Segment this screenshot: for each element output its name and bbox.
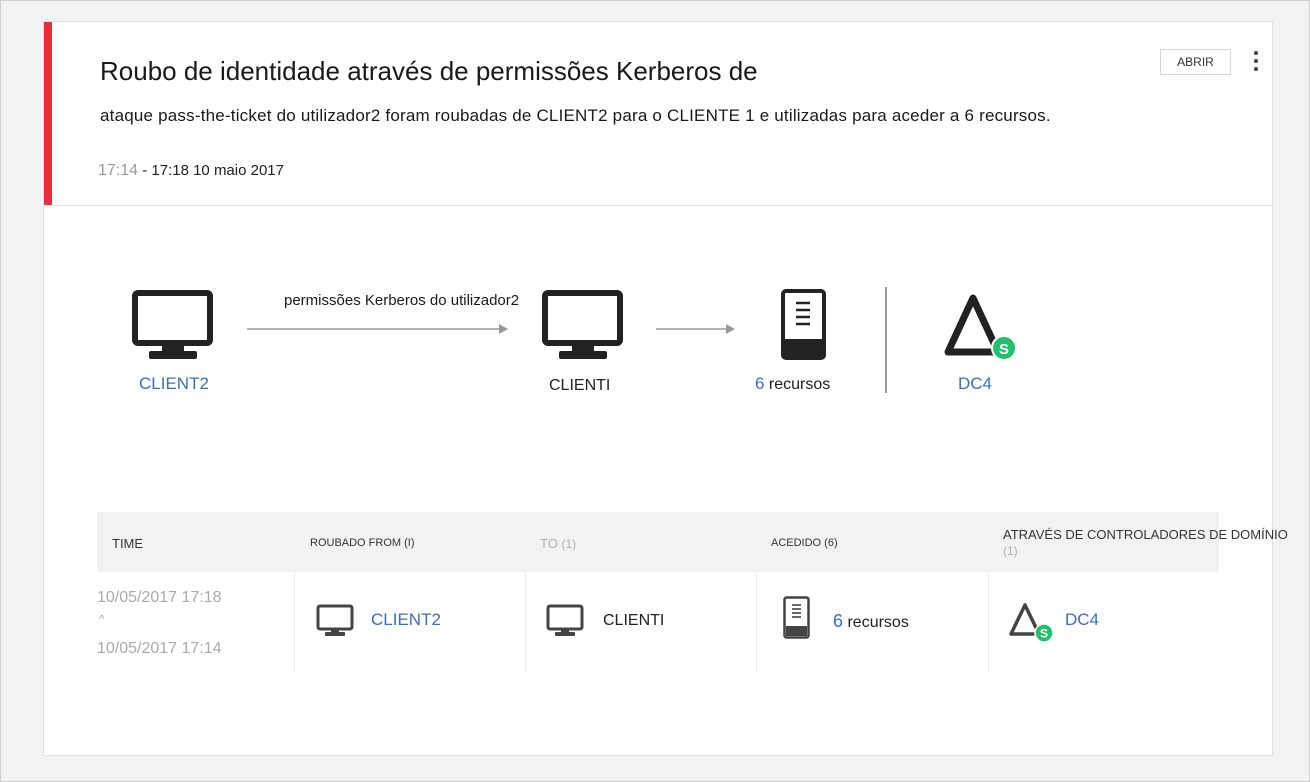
column-divider [988, 572, 989, 672]
col-via-dc[interactable]: ATRAVÉS DE CONTROLADORES DE DOMÍNIO (1) [1003, 527, 1288, 558]
domain-controller-icon: S [1009, 603, 1054, 643]
dc-link[interactable]: DC4 [958, 374, 992, 394]
row-dc-link[interactable]: DC4 [1065, 610, 1099, 630]
arrow-right-icon [656, 324, 735, 334]
row-dc-badge: S [1040, 627, 1048, 641]
col-accessed[interactable]: ACEDIDO (6) [771, 537, 838, 549]
more-options-icon[interactable] [1248, 48, 1264, 76]
row-time-end: 10/05/2017 17:18 [97, 589, 222, 606]
target-computer-label: CLIENTI [549, 377, 611, 394]
computer-icon [542, 290, 623, 359]
col-to-label: TO [540, 536, 558, 551]
column-divider [525, 572, 526, 672]
time-end: - 17:18 10 maio 2017 [142, 162, 284, 179]
arrow-label: permissões Kerberos do utilizador2 [284, 292, 520, 309]
row-resources[interactable]: 6 recursos [833, 611, 909, 632]
window-frame: Roubo de identidade através de permissõe… [0, 0, 1310, 782]
col-time[interactable]: TIME [112, 536, 143, 551]
domain-controller-icon: S [944, 294, 1017, 361]
row-time-start: 10/05/2017 17:14 [97, 640, 222, 657]
computer-icon [132, 290, 213, 359]
col-stolen-from[interactable]: ROUBADO FROM (I) [310, 537, 415, 549]
table-row: 10/05/2017 17:18 ^ 10/05/2017 17:14 CLIE… [97, 572, 1219, 672]
row-to-label: CLIENTI [603, 612, 665, 629]
time-caret-icon: ^ [99, 612, 105, 626]
col-via-dc-label: ATRAVÉS DE CONTROLADORES DE DOMÍNIO [1003, 527, 1288, 542]
computer-icon [546, 604, 584, 636]
dc-badge: S [999, 341, 1009, 358]
col-to[interactable]: TO (1) [540, 536, 576, 551]
time-start: 17:14 [98, 162, 139, 179]
col-via-dc-count: (1) [1003, 544, 1018, 558]
row-resources-count: 6 [833, 611, 844, 631]
resources-summary[interactable]: 6 recursos [755, 374, 830, 394]
column-divider [294, 572, 295, 672]
resources-count: 6 [755, 374, 765, 393]
computer-icon [316, 604, 354, 636]
arrow-right-icon [247, 324, 508, 334]
alert-description: ataque pass-the-ticket do utilizador2 fo… [100, 106, 1051, 125]
source-computer-link[interactable]: CLIENT2 [139, 374, 209, 394]
table-header: TIME ROUBADO FROM (I) TO (1) ACEDIDO (6)… [97, 512, 1288, 572]
alert-card: Roubo de identidade através de permissõe… [43, 21, 1288, 756]
severity-bar [44, 22, 52, 205]
resources-label: recursos [768, 376, 831, 393]
column-divider [756, 572, 757, 672]
header-divider [44, 205, 1272, 206]
server-icon [781, 289, 826, 360]
row-from-link[interactable]: CLIENT2 [371, 610, 441, 630]
open-button[interactable]: ABRIR [1160, 49, 1231, 75]
col-to-count: (1) [561, 537, 577, 551]
alert-title: Roubo de identidade através de permissõe… [100, 56, 758, 86]
alert-time-range: 17:14 - 17:18 10 maio 2017 [98, 162, 284, 180]
row-resources-label: recursos [847, 614, 909, 631]
diagram-separator [885, 287, 887, 393]
server-icon [783, 596, 810, 639]
